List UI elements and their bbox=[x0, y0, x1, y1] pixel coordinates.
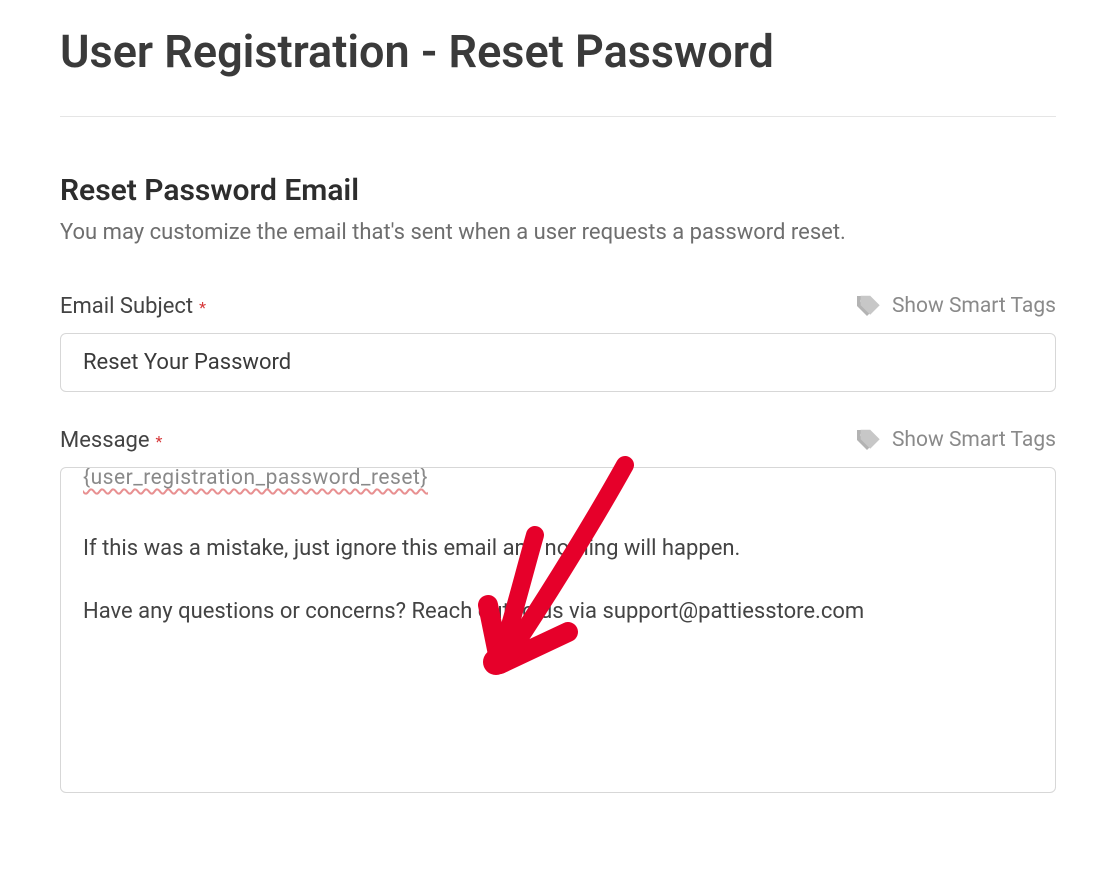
required-asterisk: * bbox=[156, 432, 163, 451]
tags-icon bbox=[856, 295, 882, 317]
show-smart-tags-button[interactable]: Show Smart Tags bbox=[856, 428, 1056, 452]
message-textarea[interactable]: {user_registration_password_reset} If th… bbox=[60, 467, 1056, 793]
message-paragraph-1: If this was a mistake, just ignore this … bbox=[83, 532, 1033, 565]
email-subject-input[interactable] bbox=[60, 333, 1056, 392]
email-subject-label: Email Subject bbox=[60, 294, 193, 319]
section-title: Reset Password Email bbox=[60, 173, 1056, 208]
message-body: If this was a mistake, just ignore this … bbox=[61, 532, 1055, 792]
show-smart-tags-button[interactable]: Show Smart Tags bbox=[856, 294, 1056, 318]
field-header: Email Subject * Show Smart Tags bbox=[60, 294, 1056, 319]
divider bbox=[60, 116, 1056, 117]
required-asterisk: * bbox=[199, 298, 206, 317]
message-squiggle-text: {user_registration_password_reset} bbox=[83, 467, 428, 490]
page-title: User Registration - Reset Password bbox=[60, 24, 1056, 80]
message-squiggle-row: {user_registration_password_reset} bbox=[61, 468, 1055, 502]
show-smart-tags-label: Show Smart Tags bbox=[892, 428, 1056, 452]
field-header: Message * Show Smart Tags bbox=[60, 428, 1056, 453]
message-label: Message bbox=[60, 428, 150, 453]
page-container: User Registration - Reset Password Reset… bbox=[0, 0, 1116, 889]
field-label-wrap: Email Subject * bbox=[60, 294, 206, 319]
field-email-subject: Email Subject * Show Smart Tags bbox=[60, 294, 1056, 392]
field-label-wrap: Message * bbox=[60, 428, 162, 453]
section-description: You may customize the email that's sent … bbox=[60, 218, 1056, 248]
show-smart-tags-label: Show Smart Tags bbox=[892, 294, 1056, 318]
field-message: Message * Show Smart Tags {user_registra… bbox=[60, 428, 1056, 793]
message-paragraph-2: Have any questions or concerns? Reach ou… bbox=[83, 595, 1033, 628]
tags-icon bbox=[856, 429, 882, 451]
